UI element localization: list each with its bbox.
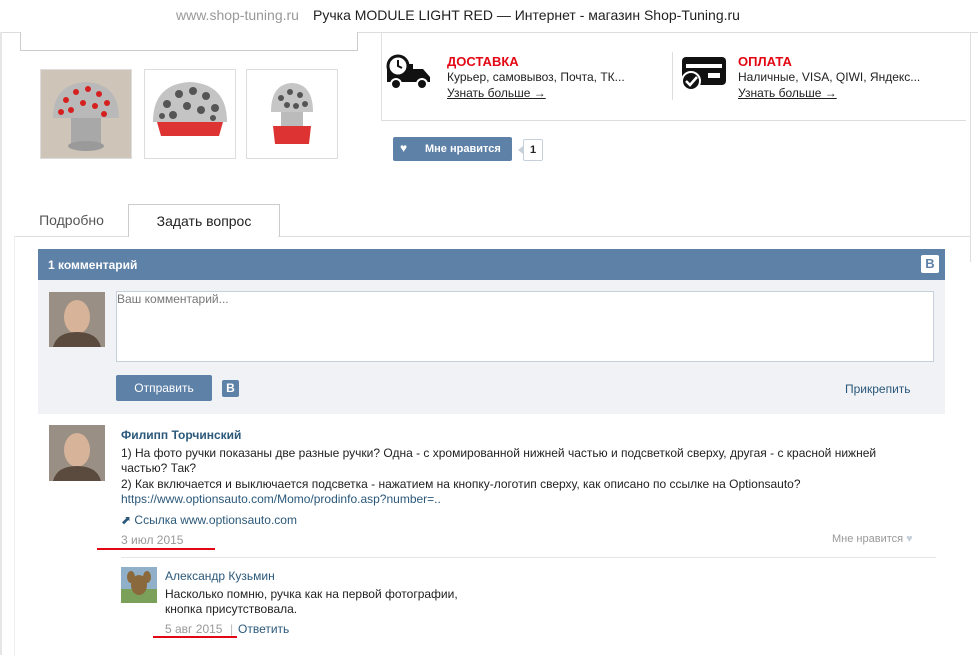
delivery-title: ДОСТАВКА bbox=[447, 54, 519, 69]
attached-link-label: Ссылка www.optionsauto.com bbox=[134, 513, 297, 527]
send-button[interactable]: Отправить bbox=[116, 375, 212, 401]
share-arrow-icon: ⬈ bbox=[121, 513, 132, 527]
comment-author-avatar[interactable] bbox=[49, 425, 105, 481]
comment-text-line-1: 1) На фото ручки показаны две разные руч… bbox=[121, 446, 877, 460]
like-button[interactable]: ♥ Мне нравится bbox=[393, 137, 512, 161]
comment-like-label: Мне нравится bbox=[832, 533, 904, 545]
reply-button[interactable]: Ответить bbox=[238, 622, 289, 636]
reply-divider bbox=[121, 557, 936, 558]
comment-author[interactable]: Филипп Торчинский bbox=[121, 428, 241, 442]
current-user-avatar[interactable] bbox=[49, 292, 105, 347]
comment-like-button[interactable]: Мне нравится ♥ bbox=[832, 533, 913, 545]
info-separator bbox=[672, 52, 673, 100]
delivery-more-link[interactable]: Узнать больше → bbox=[447, 86, 546, 100]
comment-input[interactable] bbox=[116, 291, 934, 362]
comments-count: 1 комментарий bbox=[48, 258, 138, 272]
vk-share-icon[interactable]: B bbox=[222, 380, 239, 397]
like-count: 1 bbox=[518, 139, 543, 161]
vk-logo-icon[interactable]: B bbox=[921, 255, 939, 273]
payment-title: ОПЛАТА bbox=[738, 54, 792, 69]
comment-text-line-2: частью? Так? bbox=[121, 461, 197, 475]
delivery-text: Курьер, самовывоз, Почта, ТК... bbox=[447, 70, 625, 84]
reply-author-avatar[interactable] bbox=[121, 567, 157, 603]
tab-ask-question[interactable]: Задать вопрос bbox=[128, 204, 280, 237]
attach-button[interactable]: Прикрепить bbox=[845, 382, 911, 396]
payment-card-icon bbox=[681, 57, 726, 91]
tab-details[interactable]: Подробно bbox=[14, 204, 129, 237]
window-titlebar: www.shop-tuning.ru Ручка MODULE LIGHT RE… bbox=[0, 0, 978, 33]
reply-separator: | bbox=[230, 622, 234, 636]
payment-more-link[interactable]: Узнать больше → bbox=[738, 86, 837, 100]
truck-icon bbox=[386, 54, 430, 90]
product-thumbnail-2[interactable] bbox=[144, 69, 236, 159]
comment-attached-link[interactable]: ⬈ Ссылка www.optionsauto.com bbox=[121, 513, 297, 527]
reply-author[interactable]: Александр Кузьмин bbox=[165, 569, 275, 583]
comment-text-line-3: 2) Как включается и выключается подсветк… bbox=[121, 477, 801, 491]
reply-text-line-1: Насколько помню, ручка как на первой фот… bbox=[165, 587, 458, 601]
product-thumbnail-1[interactable] bbox=[40, 69, 132, 159]
product-thumbnail-3[interactable] bbox=[246, 69, 338, 159]
like-label: Мне нравится bbox=[425, 143, 501, 155]
heart-outline-icon: ♥ bbox=[906, 533, 913, 545]
reply-date-highlight-underline bbox=[153, 636, 237, 638]
left-border bbox=[0, 32, 2, 655]
tabs-divider bbox=[278, 236, 970, 237]
reply-date[interactable]: 5 авг 2015 bbox=[165, 622, 222, 636]
page-title: Ручка MODULE LIGHT RED — Интернет - мага… bbox=[313, 7, 740, 23]
info-divider bbox=[381, 120, 966, 121]
column-divider bbox=[381, 32, 382, 120]
heart-icon: ♥ bbox=[400, 141, 408, 155]
comments-header: 1 комментарий B bbox=[38, 249, 945, 280]
reply-text-line-2: кнопка присутствовала. bbox=[165, 602, 298, 616]
date-highlight-underline bbox=[97, 548, 215, 550]
comment-url[interactable]: https://www.optionsauto.com/Momo/prodinf… bbox=[121, 492, 441, 506]
site-domain: www.shop-tuning.ru bbox=[176, 7, 299, 23]
main-image-frame bbox=[20, 32, 358, 51]
comment-date[interactable]: 3 июл 2015 bbox=[121, 533, 183, 547]
right-border bbox=[970, 32, 971, 262]
tab-panel-border bbox=[14, 236, 15, 656]
payment-text: Наличные, VISA, QIWI, Яндекс... bbox=[738, 70, 921, 84]
